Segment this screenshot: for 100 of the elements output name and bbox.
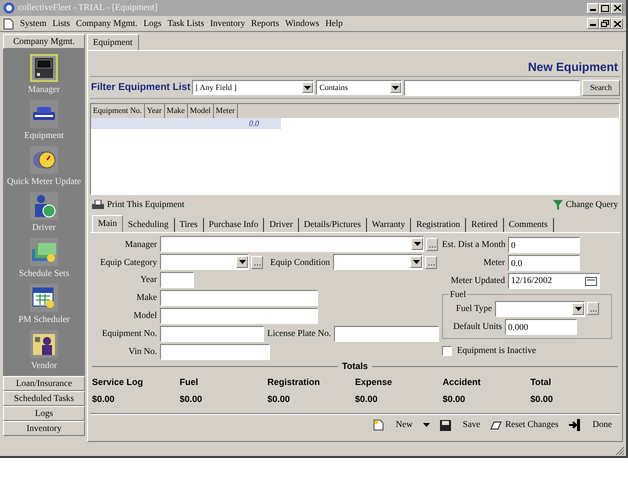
total-label: Service Log bbox=[92, 376, 144, 389]
total-value: $0.00 bbox=[180, 393, 204, 406]
done-button[interactable]: Done bbox=[568, 418, 612, 432]
combo-box[interactable] bbox=[160, 236, 424, 252]
input-field[interactable] bbox=[160, 326, 264, 342]
sidebar-item-label: Quick Meter Update bbox=[7, 177, 81, 186]
group-title: Fuel bbox=[449, 288, 468, 300]
search-button[interactable]: Search bbox=[582, 80, 620, 96]
form-tab[interactable]: Details/Pictures bbox=[298, 218, 367, 232]
form-tab[interactable]: Warranty bbox=[366, 218, 412, 232]
input-field[interactable] bbox=[160, 290, 318, 306]
menu-item[interactable]: Task Lists bbox=[168, 16, 204, 30]
total-label: Total bbox=[530, 376, 552, 388]
total-value: $0.00 bbox=[442, 393, 466, 406]
field-label: Est. Dist a Month bbox=[442, 238, 507, 251]
sidebar-header[interactable]: Company Mgmt. bbox=[3, 34, 85, 49]
sidebar-group-button[interactable]: Loan/Insurance bbox=[3, 376, 85, 391]
input-field[interactable] bbox=[160, 308, 318, 324]
input-field[interactable]: 0.000 bbox=[505, 318, 577, 334]
filter-label: Filter Equipment List bbox=[90, 81, 190, 95]
ellipsis-icon[interactable] bbox=[251, 256, 263, 269]
minimize-icon[interactable] bbox=[587, 18, 599, 29]
sidebar-item[interactable] bbox=[30, 284, 58, 312]
change-query-link[interactable]: Change Query bbox=[552, 198, 618, 212]
restore-icon[interactable] bbox=[599, 18, 611, 29]
search-field[interactable] bbox=[404, 80, 580, 96]
exit-icon bbox=[568, 419, 580, 431]
meter-icon bbox=[30, 149, 57, 171]
menu-item[interactable]: Logs bbox=[144, 16, 162, 30]
form-tab[interactable]: Driver bbox=[264, 218, 299, 232]
form-tab[interactable]: Tires bbox=[174, 218, 204, 232]
form-tab[interactable]: Retired bbox=[466, 218, 504, 232]
new-button[interactable]: New bbox=[372, 418, 413, 432]
menu-item[interactable]: Help bbox=[325, 16, 343, 30]
vendor-icon bbox=[32, 332, 56, 356]
field-label: Model bbox=[132, 309, 158, 322]
field-combo[interactable]: [ Any Field ] bbox=[192, 80, 314, 95]
form-tab[interactable]: Purchase Info bbox=[204, 218, 264, 232]
print-link[interactable]: Print This Equipment bbox=[92, 198, 184, 212]
reset-changes-button[interactable]: Reset Changes bbox=[490, 418, 558, 432]
sidebar-item[interactable] bbox=[30, 100, 58, 128]
dropdown-arrow-icon[interactable] bbox=[422, 423, 430, 427]
total-value: $0.00 bbox=[267, 393, 291, 406]
close-icon[interactable] bbox=[611, 2, 623, 14]
sidebar-item[interactable] bbox=[30, 330, 58, 358]
combo-box[interactable] bbox=[495, 300, 585, 316]
menu-item[interactable]: Company Mgmt. bbox=[76, 16, 138, 30]
sidebar-item-label: Manager bbox=[28, 85, 60, 94]
form-tab[interactable]: Main bbox=[92, 215, 123, 232]
ellipsis-icon[interactable] bbox=[587, 302, 599, 315]
sidebar-item[interactable] bbox=[30, 54, 58, 82]
maximize-icon[interactable] bbox=[599, 2, 611, 14]
input-field[interactable] bbox=[334, 326, 439, 342]
total-value: $0.00 bbox=[530, 393, 554, 406]
field-label: Year bbox=[139, 273, 158, 286]
field-label: Vin No. bbox=[128, 344, 158, 358]
close-icon[interactable] bbox=[611, 18, 623, 29]
field-label: Fuel Type bbox=[455, 302, 493, 315]
minimize-icon[interactable] bbox=[587, 2, 599, 14]
menu-item[interactable]: Reports bbox=[251, 16, 280, 30]
operator-combo[interactable]: Contains bbox=[316, 80, 402, 95]
field-label: Make bbox=[136, 291, 158, 304]
sidebar-group-button[interactable]: Logs bbox=[3, 406, 85, 421]
menu-item[interactable]: Inventory bbox=[210, 16, 246, 30]
input-field[interactable] bbox=[160, 344, 270, 360]
calendar-icon bbox=[585, 276, 597, 286]
total-value: $0.00 bbox=[92, 393, 116, 406]
field-label: Equip Category bbox=[99, 256, 158, 269]
sidebar-item[interactable] bbox=[30, 192, 58, 220]
menu-item[interactable]: Windows bbox=[285, 16, 320, 30]
eraser-icon bbox=[490, 420, 502, 430]
form-tab[interactable]: Scheduling bbox=[123, 218, 174, 232]
menu-item[interactable]: Lists bbox=[52, 16, 70, 30]
ellipsis-icon[interactable] bbox=[425, 256, 437, 269]
car-icon bbox=[32, 106, 56, 122]
total-label: Fuel bbox=[180, 376, 200, 388]
form-tab[interactable]: Registration bbox=[411, 218, 466, 232]
sidebar-item-label: Vendor bbox=[31, 361, 57, 370]
page-title: New Equipment bbox=[528, 61, 618, 76]
person-icon bbox=[32, 194, 56, 218]
total-value: $0.00 bbox=[354, 393, 379, 406]
calendar-icon bbox=[32, 287, 56, 309]
sidebar-item-label: Equipment bbox=[24, 131, 64, 140]
document-icon bbox=[3, 18, 14, 30]
sidebar-item[interactable] bbox=[30, 146, 58, 174]
ellipsis-icon[interactable] bbox=[426, 238, 438, 251]
document-tab[interactable]: Equipment bbox=[87, 34, 138, 50]
field-label: Equip Condition bbox=[269, 256, 331, 269]
combo-box[interactable] bbox=[333, 254, 423, 270]
menu-item[interactable]: System bbox=[20, 16, 47, 30]
field-label: Equipment No. bbox=[101, 326, 158, 340]
form-tab[interactable]: Comments bbox=[504, 218, 554, 232]
date-field[interactable]: 12/16/2002 bbox=[508, 272, 600, 288]
combo-box[interactable] bbox=[160, 254, 249, 270]
sidebar-group-button[interactable]: Scheduled Tasks bbox=[3, 391, 85, 406]
save-button[interactable]: Save bbox=[440, 418, 480, 432]
sidebar-group-button[interactable]: Inventory bbox=[3, 421, 85, 436]
input-field[interactable]: 0.0 bbox=[508, 254, 580, 270]
input-field[interactable]: 0 bbox=[508, 236, 580, 252]
input-field[interactable] bbox=[160, 272, 194, 288]
